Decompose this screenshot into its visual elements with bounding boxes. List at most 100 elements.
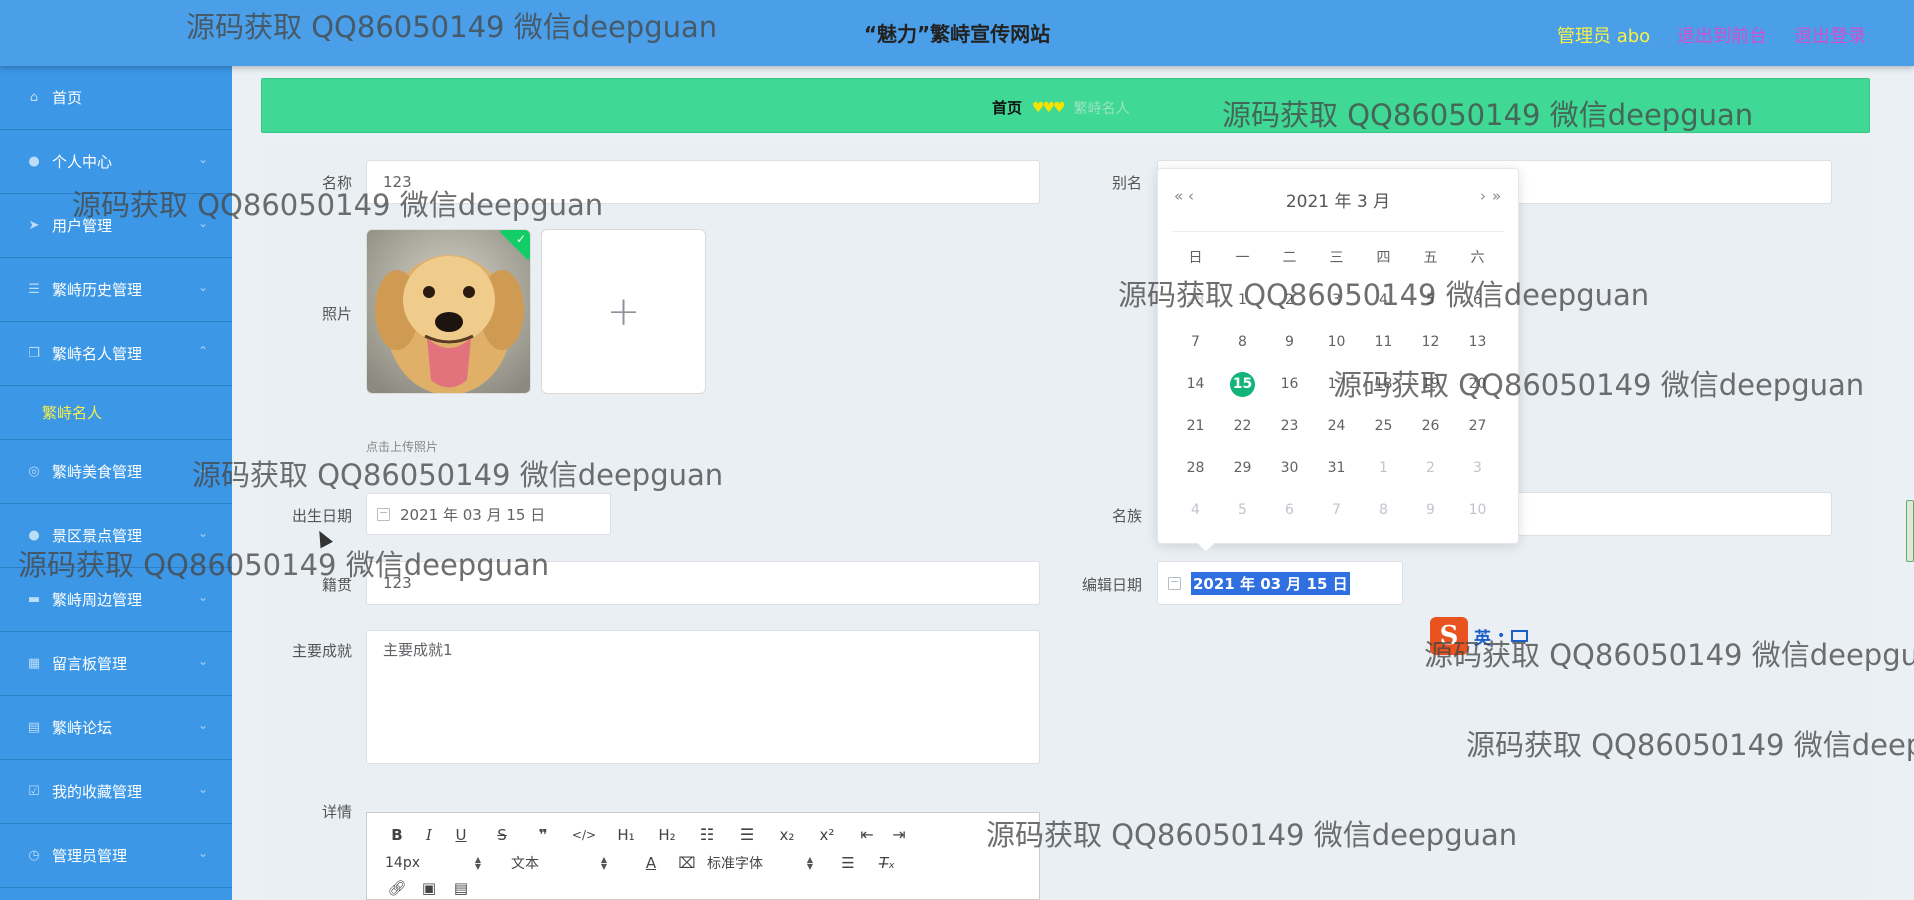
ordered-list-button[interactable]: ☷ bbox=[691, 825, 723, 844]
sidebar-item-user-management[interactable]: ➤ 用户管理 ⌄ bbox=[0, 194, 232, 258]
heading-1-button[interactable]: H₁ bbox=[609, 826, 643, 844]
calendar-day[interactable]: 15 bbox=[1219, 371, 1266, 397]
sidebar-item-favorites[interactable]: ☑ 我的收藏管理 ⌄ bbox=[0, 760, 232, 824]
video-icon[interactable]: ▤ bbox=[445, 879, 477, 897]
calendar-day-label: 4 bbox=[1379, 292, 1388, 308]
logout-link[interactable]: 退出登录 bbox=[1794, 22, 1866, 48]
superscript-button[interactable]: x² bbox=[803, 826, 851, 844]
indent-icon[interactable]: ⇥ bbox=[883, 825, 915, 844]
calendar-day-label: 17 bbox=[1327, 376, 1346, 392]
background-color-icon[interactable]: ⌧ bbox=[667, 854, 707, 872]
ime-toolbar[interactable]: S 英 • bbox=[1430, 615, 1560, 657]
calendar-day[interactable]: 3 bbox=[1313, 287, 1360, 313]
calendar-day[interactable]: 23 bbox=[1266, 413, 1313, 439]
bullet-list-button[interactable]: ☰ bbox=[723, 825, 771, 844]
calendar-day[interactable]: 7 bbox=[1172, 329, 1219, 355]
calendar-day[interactable]: 21 bbox=[1172, 413, 1219, 439]
ime-punctuation-icon[interactable]: • bbox=[1497, 628, 1505, 644]
birth-date-picker[interactable]: 2021 年 03 月 15 日 bbox=[366, 493, 611, 535]
calendar-day[interactable]: 2 bbox=[1266, 287, 1313, 313]
calendar-day[interactable]: 30 bbox=[1266, 455, 1313, 481]
calendar-day[interactable]: 16 bbox=[1266, 371, 1313, 397]
native-place-input[interactable]: 123 bbox=[366, 561, 1040, 605]
calendar-day[interactable]: 12 bbox=[1407, 329, 1454, 355]
strikethrough-button[interactable]: S bbox=[477, 826, 527, 844]
exit-to-frontend-link[interactable]: 退出到前台 bbox=[1677, 22, 1767, 48]
calendar-day[interactable]: 5 bbox=[1407, 287, 1454, 313]
calendar-day[interactable]: 4 bbox=[1360, 287, 1407, 313]
calendar-day[interactable]: 7 bbox=[1313, 497, 1360, 523]
sidebar-item-personal-center[interactable]: ● 个人中心 ⌄ bbox=[0, 130, 232, 194]
calendar-day[interactable]: 10 bbox=[1454, 497, 1501, 523]
underline-button[interactable]: U bbox=[445, 826, 477, 844]
calendar-day[interactable]: 26 bbox=[1407, 413, 1454, 439]
next-year-button[interactable]: » bbox=[1492, 187, 1501, 205]
calendar-day[interactable]: 20 bbox=[1454, 371, 1501, 397]
heading-2-button[interactable]: H₂ bbox=[643, 826, 691, 844]
next-month-button[interactable]: › bbox=[1480, 187, 1486, 205]
edit-date-picker[interactable]: 2021 年 03 月 15 日 bbox=[1157, 561, 1403, 605]
rich-text-editor[interactable]: B I U S ❞ </> H₁ H₂ ☷ ☰ x₂ x² ⇤ ⇥ 14px ▲… bbox=[366, 812, 1040, 900]
calendar-day[interactable]: 24 bbox=[1313, 413, 1360, 439]
keyboard-icon[interactable] bbox=[1511, 630, 1529, 642]
code-block-button[interactable]: </> bbox=[559, 828, 609, 842]
calendar-day[interactable]: 10 bbox=[1313, 329, 1360, 355]
scrollbar-thumb[interactable] bbox=[1906, 500, 1914, 562]
uploaded-photo[interactable]: ✓ bbox=[366, 229, 531, 394]
calendar-day[interactable]: 9 bbox=[1407, 497, 1454, 523]
bold-button[interactable]: B bbox=[381, 826, 413, 844]
calendar-day[interactable]: 13 bbox=[1454, 329, 1501, 355]
calendar-day[interactable]: 8 bbox=[1360, 497, 1407, 523]
sidebar-item-forum[interactable]: ▤ 繁峙论坛 ⌄ bbox=[0, 696, 232, 760]
calendar-day[interactable]: 5 bbox=[1219, 497, 1266, 523]
outdent-icon[interactable]: ⇤ bbox=[851, 825, 883, 844]
font-family-select[interactable]: 标准字体 ▲ ▼ bbox=[707, 853, 813, 873]
calendar-day[interactable]: 18 bbox=[1360, 371, 1407, 397]
calendar-day-label: 16 bbox=[1280, 376, 1299, 392]
calendar-day[interactable]: 25 bbox=[1360, 413, 1407, 439]
calendar-day[interactable]: 11 bbox=[1360, 329, 1407, 355]
sidebar-item-home[interactable]: ⌂ 首页 bbox=[0, 66, 232, 130]
sidebar-item-history[interactable]: ☰ 繁峙历史管理 ⌄ bbox=[0, 258, 232, 322]
sidebar-item-surroundings[interactable]: ▬ 繁峙周边管理 ⌄ bbox=[0, 568, 232, 632]
calendar-day[interactable]: 4 bbox=[1172, 497, 1219, 523]
subscript-button[interactable]: x₂ bbox=[771, 826, 803, 844]
breadcrumb-home[interactable]: 首页 bbox=[992, 97, 1022, 118]
calendar-day[interactable]: 1 bbox=[1360, 455, 1407, 481]
calendar-day[interactable]: 27 bbox=[1454, 413, 1501, 439]
calendar-day[interactable]: 29 bbox=[1219, 455, 1266, 481]
calendar-day[interactable]: 17 bbox=[1313, 371, 1360, 397]
sidebar-item-celebrities[interactable]: ❐ 繁峙名人管理 ⌃ bbox=[0, 322, 232, 386]
calendar-day[interactable]: 6 bbox=[1266, 497, 1313, 523]
calendar-day[interactable]: 8 bbox=[1219, 329, 1266, 355]
ime-language-toggle[interactable]: 英 bbox=[1474, 624, 1491, 649]
name-input[interactable]: 123 bbox=[366, 160, 1040, 204]
calendar-day[interactable]: 22 bbox=[1219, 413, 1266, 439]
calendar-day[interactable]: 28 bbox=[1172, 287, 1219, 313]
align-icon[interactable]: ☰ bbox=[825, 854, 871, 872]
font-size-select[interactable]: 14px ▲ ▼ bbox=[385, 855, 481, 871]
sidebar-item-food[interactable]: ◎ 繁峙美食管理 ⌄ bbox=[0, 440, 232, 504]
calendar-day[interactable]: 19 bbox=[1407, 371, 1454, 397]
sidebar-item-scenic-spots[interactable]: ● 景区景点管理 ⌄ bbox=[0, 504, 232, 568]
add-photo-button[interactable]: + bbox=[541, 229, 706, 394]
text-type-select[interactable]: 文本 ▲ ▼ bbox=[511, 853, 607, 873]
calendar-day[interactable]: 31 bbox=[1313, 455, 1360, 481]
calendar-day[interactable]: 9 bbox=[1266, 329, 1313, 355]
link-icon[interactable]: 🔗︎ bbox=[381, 879, 413, 897]
image-icon[interactable]: ▣ bbox=[413, 879, 445, 897]
sidebar-item-message-board[interactable]: ▦ 留言板管理 ⌄ bbox=[0, 632, 232, 696]
sidebar-subitem-celebrity[interactable]: 繁峙名人 bbox=[0, 386, 232, 440]
achievements-textarea[interactable]: 主要成就1 bbox=[366, 630, 1040, 764]
calendar-day[interactable]: 1 bbox=[1219, 287, 1266, 313]
calendar-day[interactable]: 3 bbox=[1454, 455, 1501, 481]
calendar-day[interactable]: 28 bbox=[1172, 455, 1219, 481]
calendar-day[interactable]: 6 bbox=[1454, 287, 1501, 313]
sidebar-item-admins[interactable]: ◷ 管理员管理 ⌄ bbox=[0, 824, 232, 888]
calendar-day[interactable]: 2 bbox=[1407, 455, 1454, 481]
font-color-icon[interactable]: A bbox=[635, 854, 667, 872]
calendar-day[interactable]: 14 bbox=[1172, 371, 1219, 397]
italic-button[interactable]: I bbox=[413, 826, 445, 844]
clear-format-icon[interactable]: T̶ₓ bbox=[871, 854, 903, 872]
blockquote-button[interactable]: ❞ bbox=[527, 826, 559, 844]
